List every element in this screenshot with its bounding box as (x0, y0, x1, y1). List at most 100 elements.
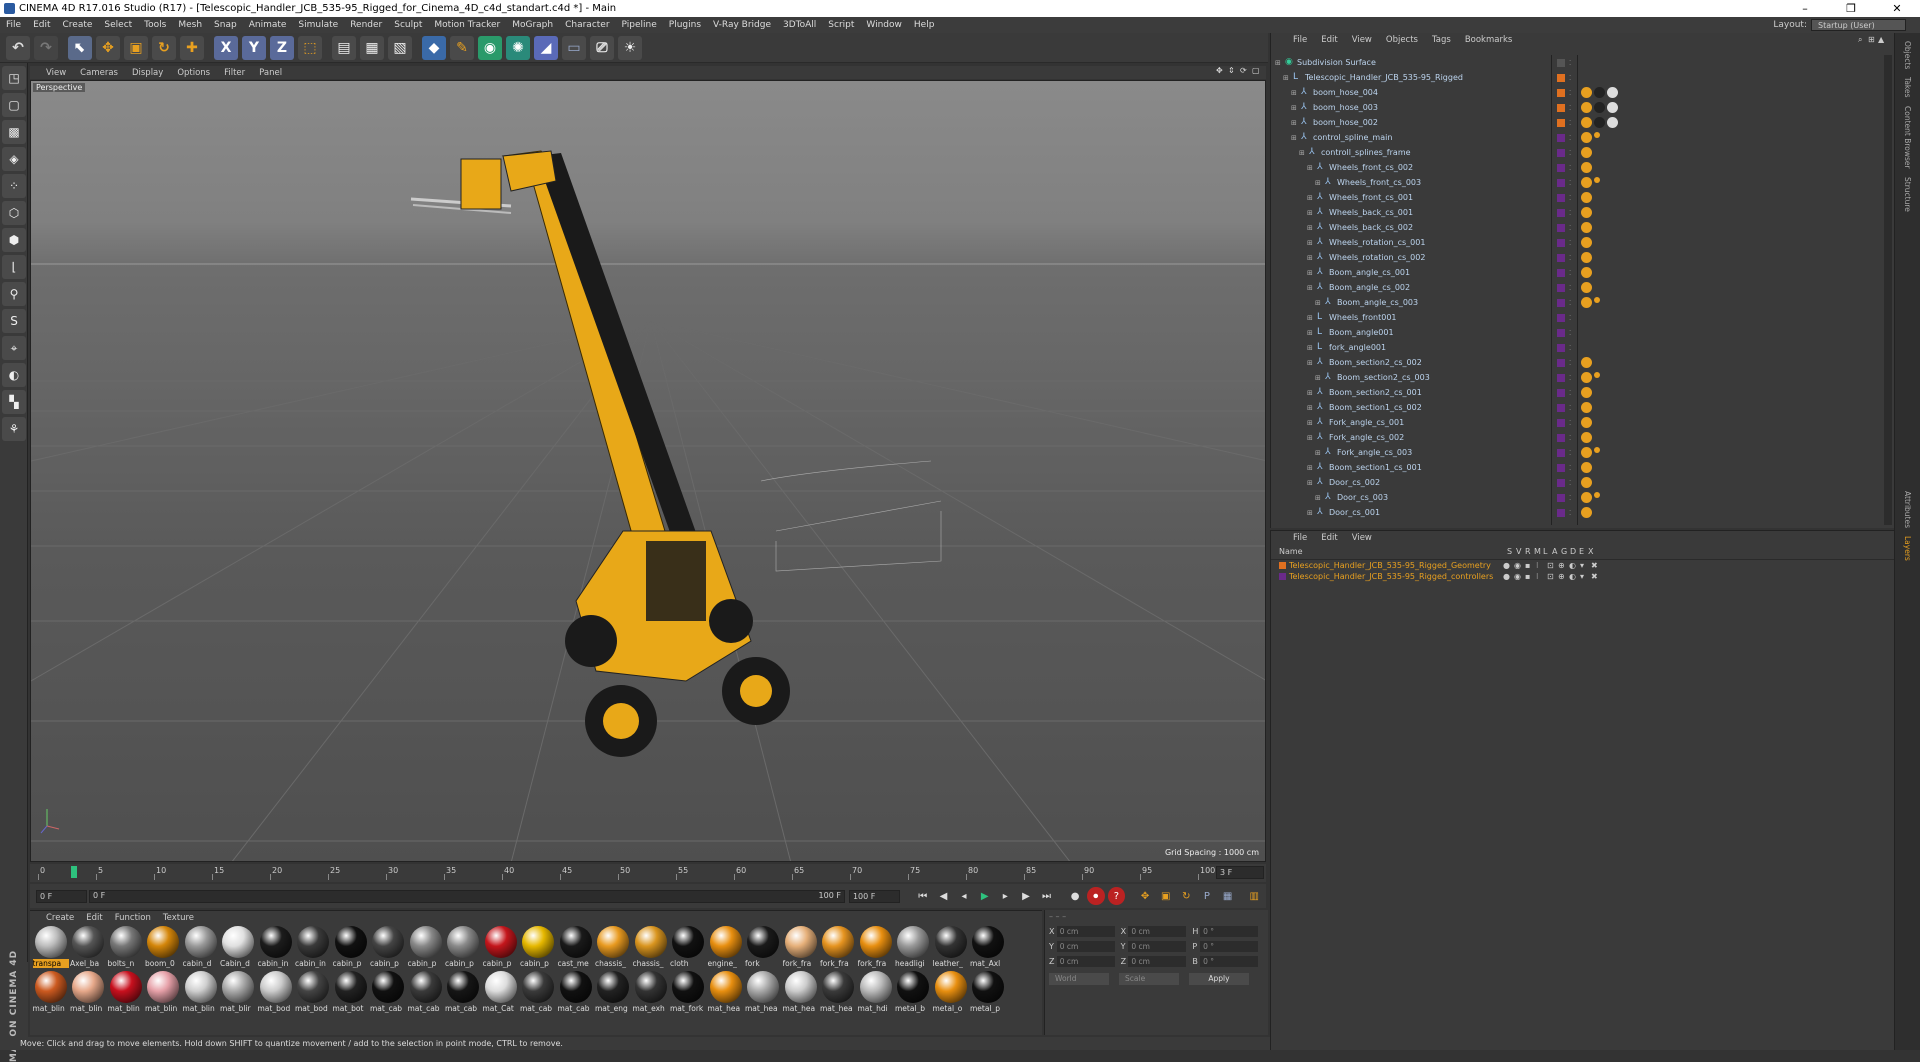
visibility-dots-icon[interactable]: ⁚ (1569, 359, 1574, 367)
layer-flag-icon[interactable]: ◉ (1514, 572, 1525, 581)
quantize-icon[interactable]: ⌖ (2, 336, 26, 360)
material-preview-ball[interactable] (522, 926, 554, 958)
visibility-dots-icon[interactable]: ⁚ (1569, 269, 1574, 277)
layer-flag-icon[interactable]: ▪ (1525, 572, 1536, 581)
object-row[interactable]: ⊞ ⅄ Boom_section2_cs_002 ⁚ (1271, 355, 1881, 370)
layer-flag-icon[interactable]: ● (1503, 572, 1514, 581)
material-swatch[interactable]: cloth (670, 926, 707, 971)
material-swatch[interactable]: mat_blin (32, 971, 69, 1016)
object-tag-icon[interactable] (1607, 117, 1618, 128)
visibility-dots-icon[interactable]: ⁚ (1569, 224, 1574, 232)
object-tag-icon[interactable] (1594, 177, 1600, 183)
material-preview-ball[interactable] (147, 971, 179, 1003)
object-tag-icon[interactable] (1581, 177, 1592, 188)
expand-toggle-icon[interactable]: ⊞ (1291, 89, 1299, 97)
object-menu-file[interactable]: File (1293, 35, 1307, 45)
layout-dropdown[interactable]: Startup (User) (1811, 19, 1906, 31)
layer-flag-icon[interactable]: ▪ (1525, 561, 1536, 570)
object-row[interactable]: ⊞ ⅄ Door_cs_003 ⁚ (1271, 490, 1881, 505)
polygons-mode-icon[interactable]: ⬢ (2, 228, 26, 252)
material-preview-ball[interactable] (297, 926, 329, 958)
material-swatch[interactable]: leather_ (932, 926, 969, 971)
visibility-dots-icon[interactable]: ⁚ (1569, 434, 1574, 442)
object-tag-icon[interactable] (1594, 102, 1605, 113)
object-tag-icon[interactable] (1581, 297, 1592, 308)
layer-color-swatch[interactable] (1557, 178, 1565, 187)
expand-toggle-icon[interactable]: ⊞ (1291, 104, 1299, 112)
object-tag-icon[interactable] (1581, 87, 1592, 98)
layer-flag-icon[interactable]: ● (1503, 561, 1514, 570)
material-preview-ball[interactable] (297, 971, 329, 1003)
tweak-mode-icon[interactable]: ⚲ (2, 282, 26, 306)
cube-primitive-icon[interactable]: ◆ (422, 35, 446, 60)
object-row[interactable]: ⊞ ⅄ Door_cs_001 ⁚ (1271, 505, 1881, 520)
material-preview-ball[interactable] (859, 926, 892, 958)
expand-toggle-icon[interactable]: ⊞ (1307, 284, 1315, 292)
expand-toggle-icon[interactable]: ⊞ (1315, 449, 1323, 457)
object-row[interactable]: ⊞ ⅄ Wheels_front_cs_003 ⁚ (1271, 175, 1881, 190)
material-preview-ball[interactable] (334, 926, 367, 958)
object-tag-icon[interactable] (1581, 492, 1592, 503)
material-swatch[interactable]: mat_eng (595, 971, 632, 1016)
expand-toggle-icon[interactable]: ⊞ (1307, 434, 1315, 442)
material-preview-ball[interactable] (184, 926, 217, 958)
material-swatch[interactable]: mat_Cat (482, 971, 519, 1016)
object-menu-view[interactable]: View (1352, 35, 1372, 45)
material-preview-ball[interactable] (934, 971, 967, 1003)
object-tag-icon[interactable] (1581, 102, 1592, 113)
material-menu-texture[interactable]: Texture (163, 913, 194, 923)
layer-color-swatch[interactable] (1557, 103, 1565, 112)
coord-value-field[interactable]: 0 cm (1056, 941, 1115, 952)
end-frame-field[interactable]: 100 F (848, 889, 900, 903)
layer-menu-file[interactable]: File (1293, 533, 1307, 543)
object-row[interactable]: ⊞ ⅄ boom_hose_003 ⁚ (1271, 100, 1881, 115)
material-swatch[interactable]: mat_cab (557, 971, 594, 1016)
material-swatch[interactable]: cabin_p (445, 926, 482, 971)
material-preview-ball[interactable] (72, 926, 104, 958)
menu-motion-tracker[interactable]: Motion Tracker (434, 20, 500, 30)
layer-flag-icon[interactable]: ⊕ (1558, 561, 1569, 570)
material-swatch[interactable]: metal_o (932, 971, 969, 1016)
workplane-icon[interactable]: ◈ (2, 147, 26, 171)
layer-color-swatch[interactable] (1557, 418, 1565, 427)
layer-color-swatch[interactable] (1557, 373, 1565, 382)
visibility-dots-icon[interactable]: ⁚ (1569, 254, 1574, 262)
expand-toggle-icon[interactable]: ⊞ (1283, 74, 1291, 82)
object-tag-icon[interactable] (1581, 402, 1592, 413)
up-arrow-icon[interactable]: ▲ (1878, 35, 1888, 45)
material-swatch[interactable]: mat_hea (707, 971, 744, 1016)
menu-script[interactable]: Script (828, 20, 854, 30)
object-list-scrollbar[interactable] (1884, 55, 1892, 525)
expand-toggle-icon[interactable]: ⊞ (1307, 209, 1315, 217)
object-row[interactable]: ⊞ ⅄ Door_cs_002 ⁚ (1271, 475, 1881, 490)
subdivision-icon[interactable]: ◉ (478, 35, 502, 60)
previous-key-icon[interactable]: ◀ (935, 887, 953, 905)
layer-color-swatch[interactable] (1557, 268, 1565, 277)
coord-value-field[interactable]: 0 cm (1056, 956, 1115, 967)
rotate-view-icon[interactable]: ⟳ (1240, 66, 1250, 76)
material-preview-ball[interactable] (372, 926, 404, 958)
object-row[interactable]: ⊞ ⅄ Boom_angle_cs_003 ⁚ (1271, 295, 1881, 310)
layer-flag-icon[interactable]: ◐ (1569, 561, 1580, 570)
material-preview-ball[interactable] (897, 926, 929, 958)
viewport-menu-view[interactable]: View (46, 68, 66, 78)
layer-color-swatch[interactable] (1557, 163, 1565, 172)
material-preview-ball[interactable] (484, 971, 517, 1003)
object-tag-icon[interactable] (1581, 162, 1592, 173)
layer-color-swatch[interactable] (1557, 388, 1565, 397)
object-tag-icon[interactable] (1581, 237, 1592, 248)
object-tag-icon[interactable] (1581, 117, 1592, 128)
coord-value-field[interactable]: 0 cm (1128, 956, 1187, 967)
start-frame-field[interactable]: 0 F (36, 889, 88, 903)
material-preview-ball[interactable] (597, 926, 629, 958)
toggle-layout-icon[interactable]: ▢ (1252, 66, 1262, 76)
sculpt-icon[interactable]: ◐ (2, 363, 26, 387)
object-tag-icon[interactable] (1594, 447, 1600, 453)
coord-value-field[interactable]: 0 cm (1128, 926, 1187, 937)
layer-flag-icon[interactable]: ✖ (1591, 572, 1602, 581)
maximize-button[interactable]: ❐ (1828, 2, 1874, 15)
coord-value-field[interactable]: 0 ° (1200, 926, 1259, 937)
layer-color-swatch[interactable] (1557, 508, 1565, 517)
keyframe-selection-icon[interactable]: ? (1107, 887, 1126, 905)
object-row[interactable]: ⊞ ⅄ Boom_section1_cs_001 ⁚ (1271, 460, 1881, 475)
